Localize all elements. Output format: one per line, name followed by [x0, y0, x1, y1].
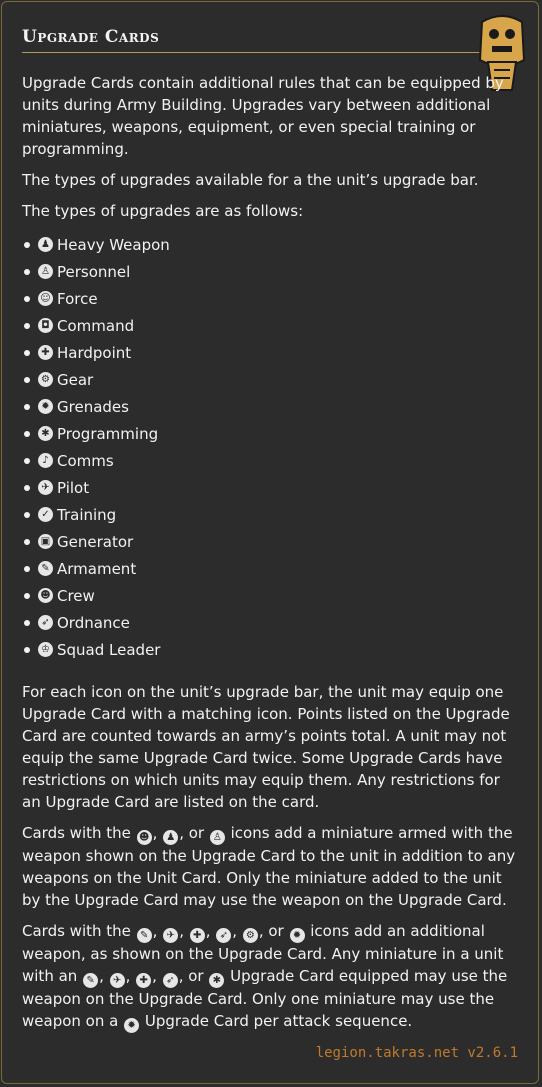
upgrade-label: Hardpoint: [57, 343, 132, 362]
ordnance-icon: ➶: [162, 973, 178, 988]
equip-paragraph: For each icon on the unit’s upgrade bar,…: [22, 683, 510, 811]
upgrade-label: Comms: [57, 451, 114, 470]
ordnance-icon: ➶: [38, 615, 53, 630]
upgrade-label: Heavy Weapon: [57, 235, 170, 254]
list-item: ✎ Armament: [22, 555, 522, 582]
list-item: ☻ Crew: [22, 582, 522, 609]
upgrade-label: Programming: [57, 424, 159, 443]
heavy-weapon-icon: ♟: [38, 237, 53, 252]
upgrade-label: Gear: [57, 370, 94, 389]
intro-paragraph: The types of upgrades available for a th…: [22, 171, 479, 189]
upgrade-label: Force: [57, 289, 98, 308]
list-item: ➶ Ordnance: [22, 609, 522, 636]
training-icon: ✓: [38, 507, 53, 522]
page-title: Upgrade Cards: [22, 27, 160, 47]
upgrade-types-list: ♟ Heavy Weapon ♙ Personnel ☺ Force ◘ Command…: [22, 231, 522, 663]
section-header: Upgrade Cards: [22, 26, 482, 53]
upgrade-label: Grenades: [57, 397, 129, 416]
gear-icon: ⚙: [242, 928, 258, 943]
hardpoint-icon: ✚: [189, 928, 205, 943]
ordnance-icon: ➶: [216, 928, 232, 943]
content: Upgrade Cards contain additional rules t…: [22, 72, 522, 1042]
intro-paragraph: Upgrade Cards contain additional rules t…: [22, 74, 504, 158]
personnel-icon: ♙: [38, 264, 53, 279]
weapons-paragraph: Cards with the ✎, ✈, ✚, ➶, ⚙, or ✹ icons…: [22, 922, 508, 1033]
upgrade-label: Squad Leader: [57, 640, 161, 659]
upgrade-label: Pilot: [57, 478, 90, 497]
upgrade-label: Generator: [57, 532, 134, 551]
list-item: ▣ Generator: [22, 528, 522, 555]
upgrade-label: Crew: [57, 586, 95, 605]
armament-icon: ✎: [83, 973, 99, 988]
list-item: ⚙ Gear: [22, 366, 522, 393]
generator-icon: ▣: [38, 534, 53, 549]
list-item: ✈ Pilot: [22, 474, 522, 501]
miniatures-paragraph: Cards with the ☻, ♟, or ♙ icons add a mi…: [22, 824, 516, 909]
force-icon: ☺: [38, 291, 53, 306]
list-item: ♙ Personnel: [22, 258, 522, 285]
list-item: ✓ Training: [22, 501, 522, 528]
list-item: ♟ Heavy Weapon: [22, 231, 522, 258]
upgrade-label: Armament: [57, 559, 137, 578]
pilot-icon: ✈: [38, 480, 53, 495]
programming-icon: ✱: [38, 426, 53, 441]
heavy-weapon-icon: ♟: [163, 830, 179, 845]
list-item: ♪ Comms: [22, 447, 522, 474]
programming-icon: ✱: [209, 973, 225, 988]
hardpoint-icon: ✚: [38, 345, 53, 360]
list-item: ✚ Hardpoint: [22, 339, 522, 366]
grenades-icon: ✹: [38, 399, 53, 414]
gear-icon: ⚙: [38, 372, 53, 387]
squad-leader-icon: ♔: [38, 642, 53, 657]
personnel-icon: ♙: [209, 830, 225, 845]
pilot-icon: ✈: [163, 928, 179, 943]
armament-icon: ✎: [136, 928, 152, 943]
upgrade-label: Personnel: [57, 262, 131, 281]
grenades-icon: ✹: [289, 928, 305, 943]
crew-icon: ☻: [38, 588, 53, 603]
list-item: ☺ Force: [22, 285, 522, 312]
intro-paragraph: The types of upgrades are as follows:: [22, 202, 304, 220]
hardpoint-icon: ✚: [136, 973, 152, 988]
grenades-icon: ✹: [124, 1018, 140, 1033]
upgrade-cards-panel: Upgrade Cards Upgrade Cards contain addi…: [1, 1, 539, 1084]
upgrade-label: Ordnance: [57, 613, 130, 632]
upgrade-label: Command: [57, 316, 135, 335]
list-item: ◘ Command: [22, 312, 522, 339]
list-item: ✱ Programming: [22, 420, 522, 447]
version-footer: legion.takras.net v2.6.1: [315, 1045, 518, 1061]
command-icon: ◘: [38, 318, 53, 333]
list-item: ♔ Squad Leader: [22, 636, 522, 663]
crew-icon: ☻: [136, 830, 152, 845]
pilot-icon: ✈: [109, 973, 125, 988]
comms-icon: ♪: [38, 453, 53, 468]
armament-icon: ✎: [38, 561, 53, 576]
list-item: ✹ Grenades: [22, 393, 522, 420]
upgrade-label: Training: [57, 505, 117, 524]
